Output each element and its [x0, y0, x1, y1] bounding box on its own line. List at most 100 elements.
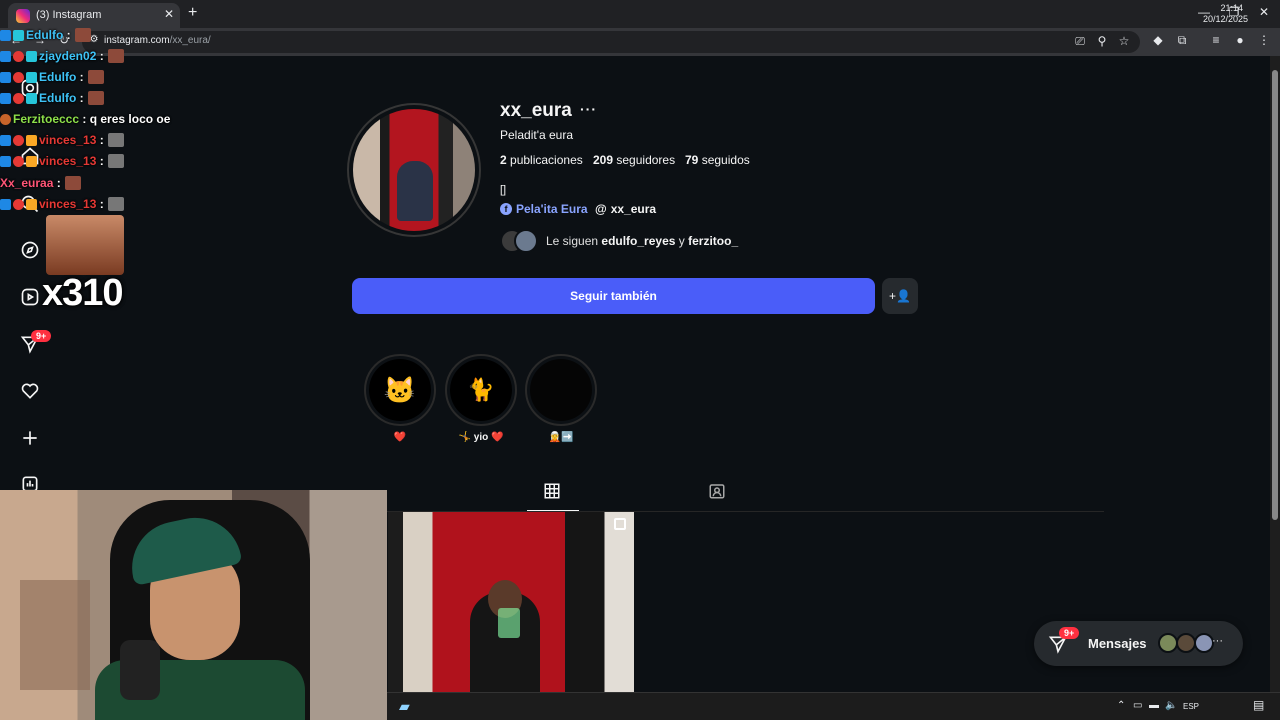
badge-icon: [0, 29, 11, 41]
chat-line: vinces_13 :: [0, 154, 124, 168]
volume-icon[interactable]: 🔈: [1165, 700, 1177, 711]
highlight-label: ❤️: [393, 432, 407, 443]
profile-bio: []: [500, 184, 507, 196]
webcam-overlay: [0, 490, 387, 720]
browser-tab[interactable]: (3) Instagram ✕: [8, 3, 180, 28]
extensions-puzzle-icon[interactable]: ⧉: [1174, 33, 1190, 48]
emote-icon: [87, 70, 104, 84]
hello-kitty-figure-icon: 🐈: [450, 359, 512, 421]
install-app-icon[interactable]: ⎚: [1072, 34, 1088, 49]
instagram-favicon-icon: [16, 9, 30, 23]
story-highlight[interactable]: [525, 354, 597, 426]
badge-icon: [26, 71, 37, 83]
laughing-emote-icon: [46, 215, 124, 275]
badge-icon: [26, 50, 37, 62]
battery-icon[interactable]: ▬: [1149, 700, 1159, 711]
profile-icon[interactable]: ●: [1232, 33, 1248, 47]
avatar: [1194, 633, 1214, 653]
avatar: [1176, 633, 1196, 653]
badge-icon: [0, 92, 11, 104]
emote-icon: [107, 133, 124, 147]
network-icon[interactable]: ▭: [1133, 700, 1142, 711]
browser-toolbar: ← → ↻ ⚙ instagram.com/xx_eura/ ⎚ ⚲ ☆ ◆ ⧉…: [0, 28, 1280, 56]
badge-icon: [13, 50, 24, 62]
post-thumbnail[interactable]: [388, 512, 634, 692]
followed-by-and: y: [678, 234, 685, 248]
chat-line: Edulfo :: [0, 70, 104, 84]
heart-icon[interactable]: [18, 379, 42, 403]
followed-by-prefix: Le siguen: [546, 234, 599, 248]
badge-icon: [26, 155, 37, 167]
avatar: [1158, 633, 1178, 653]
chat-line: Edulfo :: [0, 91, 104, 105]
badge-icon: [13, 155, 24, 167]
bookmark-star-icon[interactable]: ☆: [1116, 34, 1132, 48]
clock[interactable]: 21:14 20/12/2025: [1203, 3, 1248, 25]
chat-line: Edulfo :: [0, 28, 91, 42]
url-text: instagram.com/xx_eura/: [104, 35, 211, 46]
notifications-badge: 9+: [31, 330, 52, 342]
badge-icon: [13, 198, 24, 210]
highlight-label: 🧝➡️: [548, 432, 574, 443]
facebook-icon: f: [500, 203, 512, 215]
carousel-icon: [614, 518, 626, 530]
story-highlight[interactable]: 🐈: [445, 354, 517, 426]
close-tab-icon[interactable]: ✕: [164, 7, 174, 21]
add-person-icon: +👤: [889, 289, 911, 303]
emote-icon: [107, 49, 124, 63]
badge-icon: [0, 134, 11, 146]
badge-icon: [26, 134, 37, 146]
scroll-thumb[interactable]: [1272, 70, 1278, 520]
reels-icon[interactable]: [18, 285, 42, 309]
profile-full-name: Peladit'a eura: [500, 128, 574, 142]
chat-line: Ferzitoeccc : q eres loco oe: [0, 112, 170, 126]
more-options-icon[interactable]: ···: [580, 101, 597, 117]
hello-kitty-face-icon: 🐱: [369, 359, 431, 421]
more-icon: ···: [1212, 635, 1223, 647]
close-window-button[interactable]: ✕: [1254, 5, 1274, 19]
windows-taskbar: ▰ ⌃ ▭ ▬ 🔈 ESP ▤: [387, 692, 1280, 720]
facebook-link[interactable]: f Pela'ita Eura: [500, 202, 588, 216]
extension-diamond-icon[interactable]: ◆: [1150, 33, 1166, 47]
posts-stat: 2 publicaciones: [500, 153, 583, 167]
notification-center-icon[interactable]: ▤: [1253, 698, 1264, 712]
badge-icon: [13, 29, 24, 41]
followed-by[interactable]: Le siguen edulfo_reyes y ferzitoo_: [500, 229, 738, 253]
followers-stat[interactable]: 209 seguidores: [593, 153, 675, 167]
address-bar[interactable]: ⚙ instagram.com/xx_eura/ ⎚ ⚲ ☆: [82, 31, 1140, 53]
suggested-users-button[interactable]: +👤: [882, 278, 918, 314]
story-highlight[interactable]: 🐱: [364, 354, 436, 426]
emote-icon: [107, 154, 124, 168]
chat-line: Xx_euraa :: [0, 176, 81, 190]
follow-back-button[interactable]: Seguir también: [352, 278, 875, 314]
taskbar-app-icon[interactable]: ▰: [399, 698, 410, 715]
media-control-icon[interactable]: ≡: [1208, 33, 1224, 47]
create-plus-icon[interactable]: [18, 426, 42, 450]
tagged-tab[interactable]: [708, 482, 726, 500]
highlight-label: 🤸 yio ❤️: [458, 432, 504, 443]
active-tab-indicator: [527, 510, 579, 511]
badge-icon: [26, 92, 37, 104]
emote-icon: [64, 176, 81, 190]
explore-icon[interactable]: [18, 238, 42, 262]
new-tab-button[interactable]: +: [188, 4, 197, 22]
chat-line: zjayden02 :: [0, 49, 124, 63]
zoom-icon[interactable]: ⚲: [1094, 34, 1110, 48]
badge-icon: [0, 71, 11, 83]
language-indicator[interactable]: ESP: [1183, 702, 1199, 711]
posts-grid-tab[interactable]: [543, 482, 561, 500]
badge-icon: [13, 134, 24, 146]
following-stat[interactable]: 79 seguidos: [685, 153, 750, 167]
profile-avatar[interactable]: [347, 103, 481, 237]
tagged-person-icon: [709, 484, 725, 499]
tray-chevron-icon[interactable]: ⌃: [1117, 700, 1125, 711]
badge-icon: [0, 198, 11, 210]
empty-highlight-icon: [530, 359, 592, 421]
badge-icon: [0, 155, 11, 167]
avatar-photo: [353, 109, 475, 231]
followed-by-user1: edulfo_reyes: [601, 234, 676, 248]
messages-drawer-button[interactable]: 9+ Mensajes ···: [1034, 621, 1243, 666]
threads-link[interactable]: @ xx_eura: [595, 202, 656, 216]
menu-kebab-icon[interactable]: ⋮: [1256, 33, 1272, 47]
page-scrollbar[interactable]: [1270, 56, 1280, 692]
